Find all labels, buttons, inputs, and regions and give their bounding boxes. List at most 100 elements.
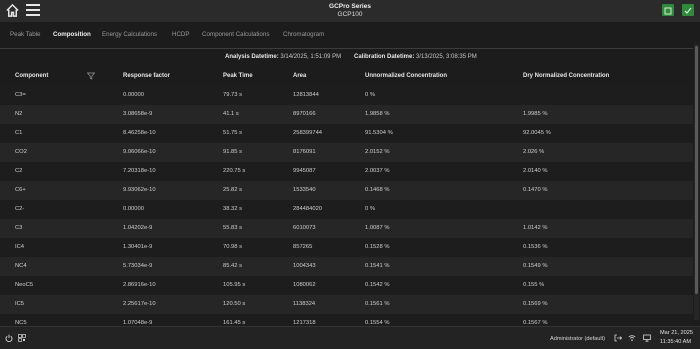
date-display: Mar 21, 2025 <box>660 330 693 336</box>
cell-dry-normalized-concentration: 0.1569 % <box>523 301 548 307</box>
cell-peak-time: 38.32 s <box>223 206 243 212</box>
cell-peak-time: 70.98 s <box>223 244 243 250</box>
cell-response-factor: 9.93062e-10 <box>123 187 156 193</box>
power-icon[interactable] <box>5 334 13 342</box>
cell-peak-time: 41.1 s <box>223 111 239 117</box>
app-title: GCPro Series <box>329 3 371 10</box>
cell-dry-normalized-concentration: 0.1549 % <box>523 263 548 269</box>
tab-peak-table[interactable]: Peak Table <box>10 31 41 38</box>
table-row[interactable]: NeoC5 2.86916e-10 105.95 s 1080062 0.1542 % 0… <box>0 276 693 295</box>
device-name: GCP100 <box>337 11 363 18</box>
table-row[interactable]: NC4 5.73034e-9 85.42 s 1004343 0.1541 % 0.154… <box>0 257 693 276</box>
col-header-area[interactable]: Area <box>293 73 306 79</box>
col-header-response-factor[interactable]: Response factor <box>123 73 170 79</box>
cell-response-factor: 2.86916e-10 <box>123 282 156 288</box>
cell-area: 6010073 <box>293 225 316 231</box>
cell-area: 8176091 <box>293 149 316 155</box>
vertical-scrollbar[interactable] <box>694 44 699 320</box>
current-user[interactable]: Administrator (default) <box>550 336 605 342</box>
qr-code-icon[interactable] <box>18 334 26 342</box>
cell-component: C3= <box>15 92 26 98</box>
table-row[interactable]: IC4 1.30401e-9 70.98 s 857265 0.1528 % 0.1536… <box>0 238 693 257</box>
cell-response-factor: 8.46258e-10 <box>123 130 156 136</box>
analysis-datetime: Analysis Datetime: 3/14/2025, 1:51:09 PM <box>225 54 341 60</box>
cell-dry-normalized-concentration: 92.0045 % <box>523 130 551 136</box>
tab-component-calculations[interactable]: Component Calculations <box>202 31 269 38</box>
cell-unnormalized-concentration: 0 % <box>365 92 375 98</box>
table-row[interactable]: C3 1.04202e-9 55.83 s 6010073 1.0087 % 1.0142… <box>0 219 693 238</box>
cell-unnormalized-concentration: 0.1541 % <box>365 263 390 269</box>
table-header-row: Component Response factor Peak Time Area… <box>0 66 693 86</box>
analysis-datetime-label: Analysis Datetime: <box>225 54 279 60</box>
cell-response-factor: 0.00000 <box>123 92 144 98</box>
cell-peak-time: 220.75 s <box>223 168 246 174</box>
col-header-peak-time[interactable]: Peak Time <box>223 73 253 79</box>
calibration-datetime-value: 3/13/2025, 3:08:35 PM <box>416 54 477 60</box>
cell-component: CO2 <box>15 149 27 155</box>
cell-component: NeoC5 <box>15 282 34 288</box>
cell-area: 1004343 <box>293 263 316 269</box>
calibration-datetime-label: Calibration Datetime: <box>354 54 415 60</box>
cell-component: C2 <box>15 168 23 174</box>
cell-response-factor: 9.06066e-10 <box>123 149 156 155</box>
cell-unnormalized-concentration: 1.0087 % <box>365 225 390 231</box>
cell-area: 12813844 <box>293 92 319 98</box>
cell-area: 1080062 <box>293 282 316 288</box>
cell-component: NC4 <box>15 263 27 269</box>
cell-response-factor: 1.04202e-9 <box>123 225 153 231</box>
cell-response-factor: 1.30401e-9 <box>123 244 153 250</box>
cell-peak-time: 120.50 s <box>223 301 246 307</box>
display-icon[interactable] <box>643 334 651 342</box>
cell-component: IC5 <box>15 301 25 307</box>
cell-area: 8970166 <box>293 111 316 117</box>
scrollbar-thumb[interactable] <box>695 46 698 294</box>
table-row[interactable]: C6+ 9.93062e-10 25.82 s 1533540 0.1468 % 0.14… <box>0 181 693 200</box>
table-row[interactable]: C2 7.20318e-10 220.75 s 9945087 2.0037 % 2.01… <box>0 162 693 181</box>
cell-area: 258399744 <box>293 130 323 136</box>
cell-dry-normalized-concentration: 2.0140 % <box>523 168 548 174</box>
col-header-unnormalized-concentration[interactable]: Unnormalized Concentration <box>365 73 447 79</box>
table-row[interactable]: C2- 0.00000 38.32 s 284484020 0 % <box>0 200 693 219</box>
filter-icon[interactable] <box>87 72 95 80</box>
cell-response-factor: 5.73034e-9 <box>123 263 153 269</box>
col-header-component[interactable]: Component <box>15 73 48 79</box>
table-row[interactable]: IC5 2.25617e-10 120.50 s 1138324 0.1561 % 0.1… <box>0 295 693 314</box>
tab-energy-calculations[interactable]: Energy Calculations <box>102 31 157 38</box>
col-header-dry-normalized-concentration[interactable]: Dry Normalized Concentration <box>523 73 609 79</box>
table-row[interactable]: C3= 0.00000 79.73 s 12813844 0 % <box>0 86 693 105</box>
cell-peak-time: 55.83 s <box>223 225 243 231</box>
cell-area: 1533540 <box>293 187 316 193</box>
cell-area: 9945087 <box>293 168 316 174</box>
wifi-icon[interactable] <box>628 334 636 342</box>
table-row[interactable]: N2 3.08658e-9 41.1 s 8970166 1.9858 % 1.9985 … <box>0 105 693 124</box>
cell-unnormalized-concentration: 0.1561 % <box>365 301 390 307</box>
cell-unnormalized-concentration: 2.0037 % <box>365 168 390 174</box>
cell-component: IC4 <box>15 244 25 250</box>
cell-dry-normalized-concentration: 0.1470 % <box>523 187 548 193</box>
save-icon[interactable] <box>662 4 674 16</box>
tab-hcdp[interactable]: HCDP <box>172 31 190 38</box>
logout-icon[interactable] <box>614 334 622 342</box>
cell-peak-time: 51.75 s <box>223 130 243 136</box>
cell-peak-time: 79.73 s <box>223 92 243 98</box>
confirm-icon[interactable] <box>682 4 694 16</box>
cell-dry-normalized-concentration: 1.0142 % <box>523 225 548 231</box>
status-bar: Administrator (default) Mar 21, 2025 11:… <box>0 326 700 349</box>
cell-area: 284484020 <box>293 206 323 212</box>
cell-dry-normalized-concentration: 1.9985 % <box>523 111 548 117</box>
cell-response-factor: 3.08658e-9 <box>123 111 153 117</box>
calibration-datetime: Calibration Datetime: 3/13/2025, 3:08:35… <box>354 54 477 60</box>
divider <box>0 48 693 49</box>
cell-unnormalized-concentration: 0.1542 % <box>365 282 390 288</box>
cell-component: C3 <box>15 225 23 231</box>
cell-unnormalized-concentration: 0.1528 % <box>365 244 390 250</box>
tab-composition[interactable]: Composition <box>53 31 91 38</box>
table-row[interactable]: C1 8.46258e-10 51.75 s 258399744 91.5304 % 92… <box>0 124 693 143</box>
tab-chromatogram[interactable]: Chromatogram <box>283 31 324 38</box>
table-row[interactable]: CO2 9.06066e-10 91.85 s 8176091 2.0152 % 2.02… <box>0 143 693 162</box>
cell-component: C1 <box>15 130 23 136</box>
cell-peak-time: 105.95 s <box>223 282 246 288</box>
cell-response-factor: 0.00000 <box>123 206 144 212</box>
cell-component: C2- <box>15 206 25 212</box>
time-display: 11:35:40 AM <box>660 339 691 345</box>
